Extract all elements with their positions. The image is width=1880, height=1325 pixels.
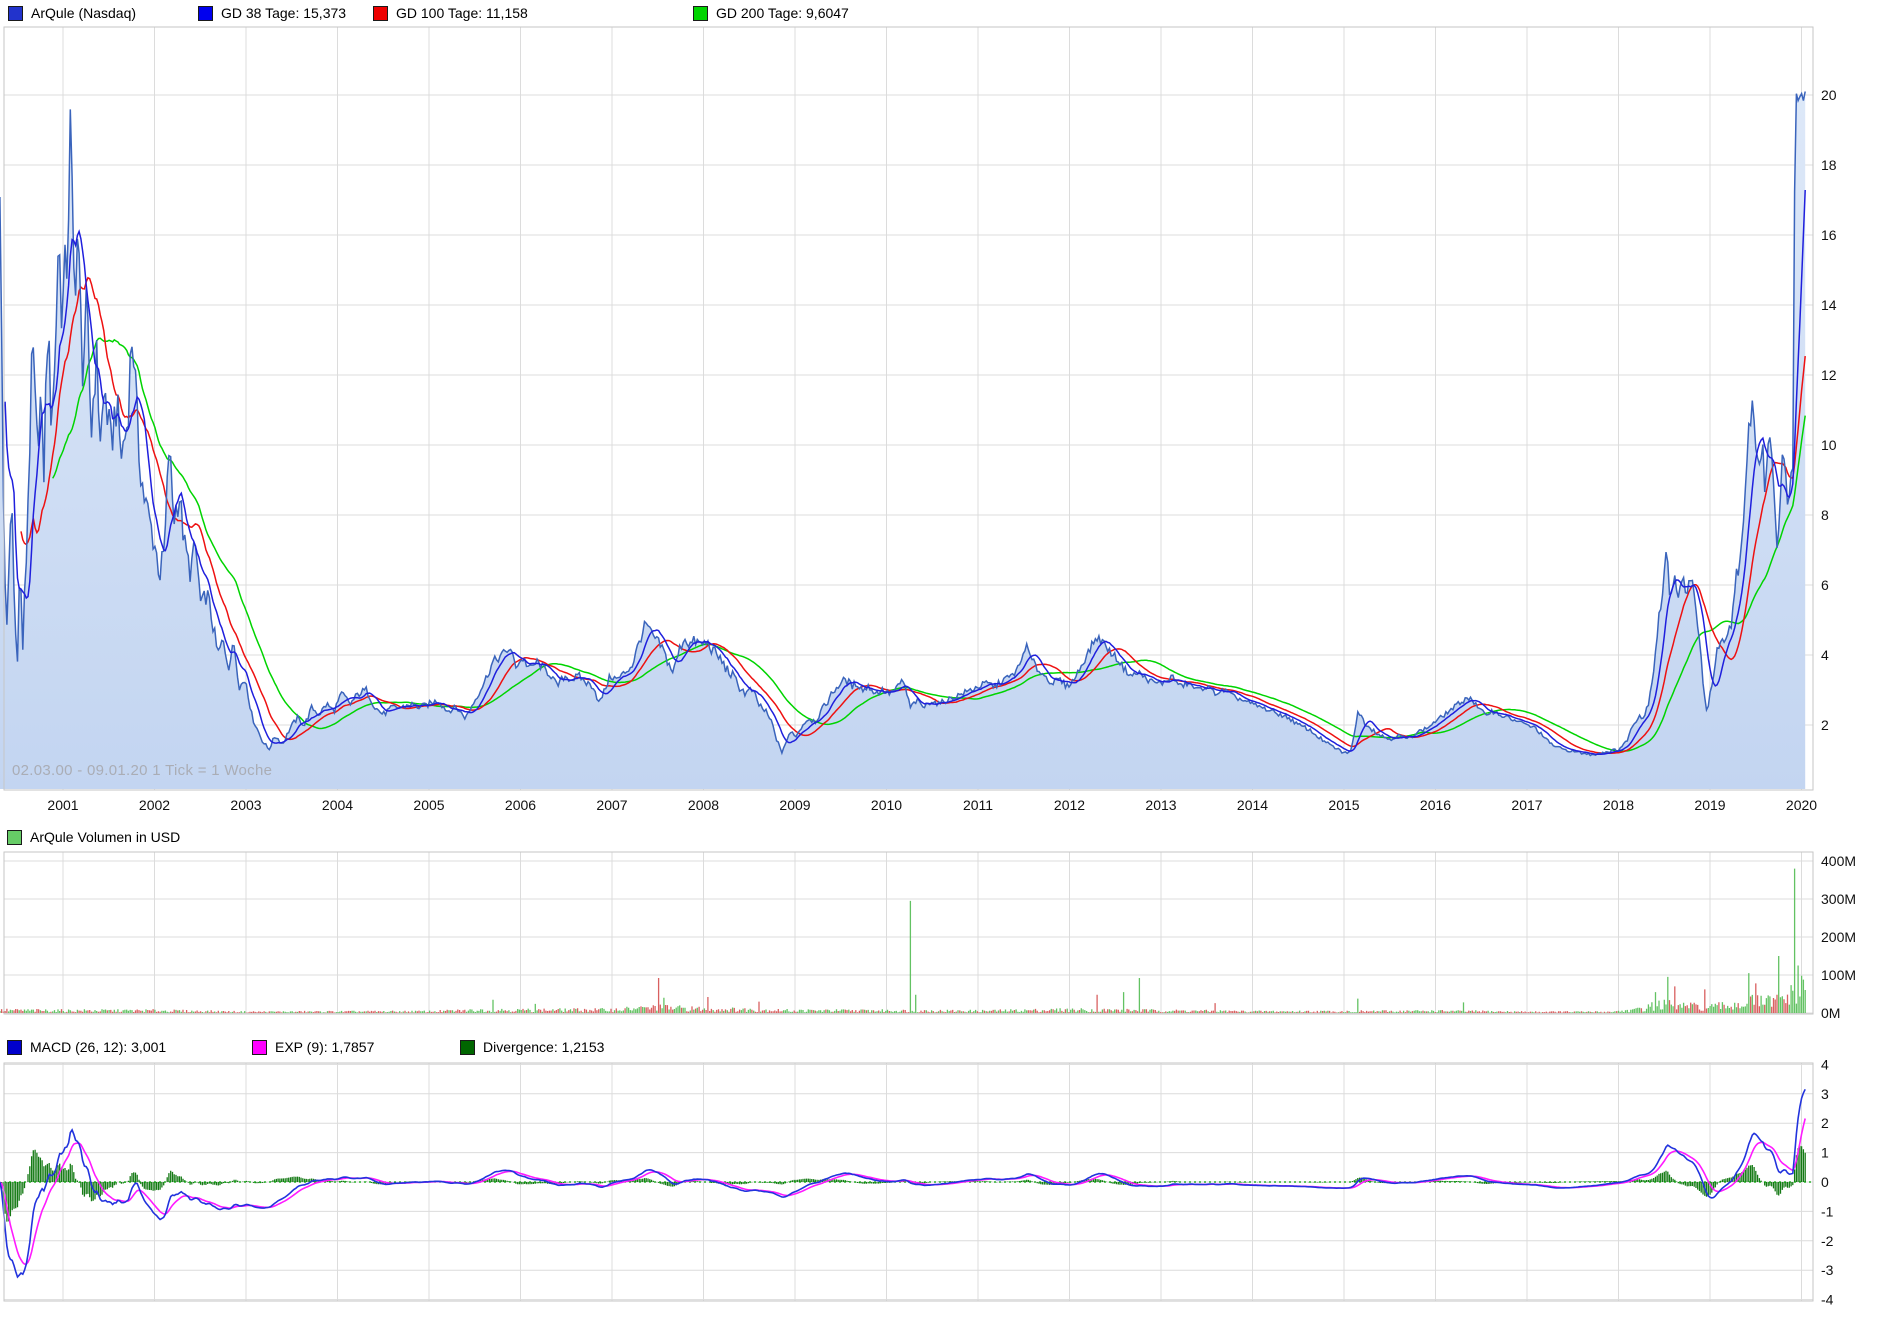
- svg-text:2008: 2008: [688, 797, 719, 813]
- svg-text:2001: 2001: [47, 797, 78, 813]
- svg-text:2003: 2003: [230, 797, 261, 813]
- svg-text:2006: 2006: [505, 797, 536, 813]
- panel-borders: [4, 27, 1813, 1301]
- svg-text:0: 0: [1821, 1174, 1829, 1190]
- x-axis-year-labels: 2001 2002 2003 2004 2005 2006 2007 2008 2009 2010…: [47, 797, 1817, 813]
- svg-text:2011: 2011: [963, 797, 993, 813]
- price-panel-plot: [0, 92, 1805, 790]
- svg-text:-4: -4: [1821, 1292, 1834, 1308]
- svg-text:100M: 100M: [1821, 967, 1856, 983]
- svg-text:20: 20: [1821, 87, 1837, 103]
- svg-text:10: 10: [1821, 437, 1837, 453]
- y-axis-labels: 2018161412108642400M300M200M100M0M43210-…: [1821, 87, 1856, 1308]
- date-range-footnote: 02.03.00 - 09.01.20 1 Tick = 1 Woche: [12, 762, 272, 779]
- svg-text:2010: 2010: [871, 797, 902, 813]
- svg-text:16: 16: [1821, 227, 1837, 243]
- svg-text:2020: 2020: [1786, 797, 1817, 813]
- svg-text:6: 6: [1821, 577, 1829, 593]
- svg-text:2009: 2009: [779, 797, 810, 813]
- svg-text:0M: 0M: [1821, 1005, 1840, 1021]
- svg-text:4: 4: [1821, 647, 1829, 663]
- svg-text:1: 1: [1821, 1145, 1829, 1161]
- svg-text:2014: 2014: [1237, 797, 1268, 813]
- svg-text:-3: -3: [1821, 1262, 1834, 1278]
- gridlines: [4, 27, 1813, 1301]
- svg-text:-1: -1: [1821, 1203, 1834, 1219]
- svg-text:300M: 300M: [1821, 891, 1856, 907]
- svg-text:18: 18: [1821, 157, 1837, 173]
- svg-text:4: 4: [1821, 1056, 1829, 1072]
- svg-text:2005: 2005: [413, 797, 444, 813]
- svg-text:2004: 2004: [322, 797, 353, 813]
- chart-page: { "colors": { "grid": "#dcdcdc", "border…: [0, 0, 1880, 1325]
- macd-panel-plot: [0, 1089, 1813, 1277]
- svg-text:400M: 400M: [1821, 853, 1856, 869]
- svg-text:2: 2: [1821, 1115, 1829, 1131]
- svg-text:8: 8: [1821, 507, 1829, 523]
- svg-text:-2: -2: [1821, 1233, 1834, 1249]
- svg-text:2012: 2012: [1054, 797, 1085, 813]
- volume-panel-plot: [0, 869, 1805, 1013]
- stock-chart-canvas: 2018161412108642400M300M200M100M0M43210-…: [0, 0, 1880, 1325]
- svg-text:2019: 2019: [1694, 797, 1725, 813]
- svg-text:2007: 2007: [596, 797, 627, 813]
- svg-text:2002: 2002: [139, 797, 170, 813]
- svg-text:200M: 200M: [1821, 929, 1856, 945]
- svg-text:2018: 2018: [1603, 797, 1634, 813]
- svg-text:2015: 2015: [1328, 797, 1359, 813]
- svg-text:2016: 2016: [1420, 797, 1451, 813]
- svg-text:12: 12: [1821, 367, 1837, 383]
- svg-text:3: 3: [1821, 1086, 1829, 1102]
- svg-text:14: 14: [1821, 297, 1837, 313]
- svg-text:2013: 2013: [1145, 797, 1176, 813]
- svg-text:2: 2: [1821, 717, 1829, 733]
- svg-text:2017: 2017: [1511, 797, 1542, 813]
